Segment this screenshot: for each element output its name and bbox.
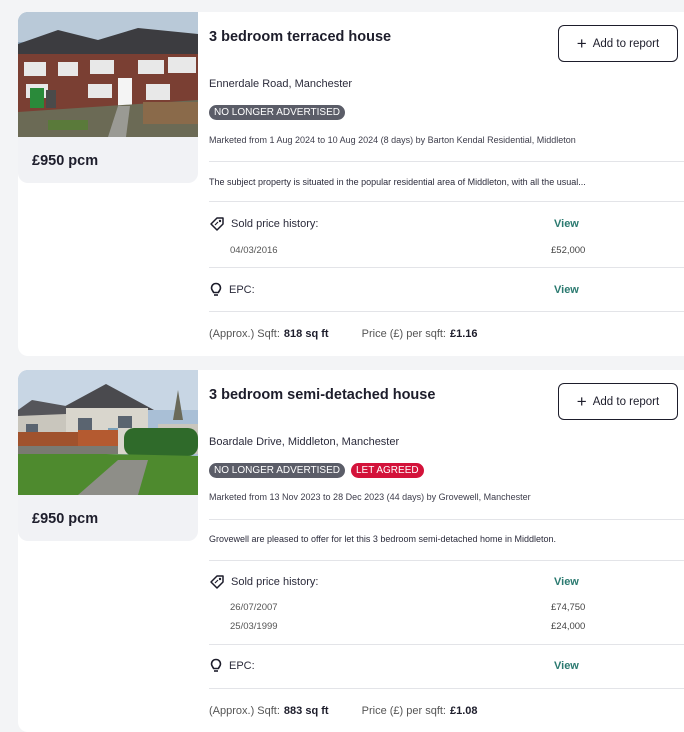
listing-price: £950 pcm: [18, 137, 198, 183]
sold-history-view-link[interactable]: View: [554, 218, 579, 230]
divider: [209, 267, 684, 268]
let-agreed-badge: LET AGREED: [350, 463, 424, 478]
listing-title[interactable]: 3 bedroom semi-detached house: [209, 387, 435, 403]
tag-icon: [210, 575, 224, 589]
add-to-report-button[interactable]: + Add to report: [558, 25, 678, 62]
epc-view-link[interactable]: View: [554, 284, 579, 296]
sqft-value: 818 sq ft: [283, 328, 329, 340]
listing-description: The subject property is situated in the …: [209, 177, 586, 187]
plus-icon: +: [576, 392, 587, 411]
marketed-info: Marketed from 13 Nov 2023 to 28 Dec 2023…: [209, 492, 531, 502]
listing-card: £950 pcm 3 bedroom semi-detached house +…: [18, 370, 684, 732]
status-badges: NO LONGER ADVERTISED: [209, 105, 345, 120]
epc-label: EPC:: [209, 282, 255, 298]
status-badge: NO LONGER ADVERTISED: [209, 463, 345, 478]
divider: [209, 688, 684, 689]
listing-address: Boardale Drive, Middleton, Manchester: [209, 436, 400, 448]
epc-label: EPC:: [209, 658, 255, 674]
sold-history-date: 25/03/1999: [230, 621, 278, 632]
property-photo[interactable]: [18, 12, 198, 137]
listing-details: 3 bedroom terraced house + Add to report…: [209, 12, 684, 356]
property-photo[interactable]: [18, 370, 198, 495]
price-per-sqft-value: £1.08: [449, 705, 478, 717]
sold-history-date: 04/03/2016: [230, 245, 278, 256]
price-per-sqft-label: Price (£) per sqft:: [361, 705, 446, 717]
marketed-info: Marketed from 1 Aug 2024 to 10 Aug 2024 …: [209, 135, 576, 145]
listing-title[interactable]: 3 bedroom terraced house: [209, 29, 391, 45]
divider: [209, 560, 684, 561]
epc-view-link[interactable]: View: [554, 660, 579, 672]
divider: [209, 519, 684, 520]
sqft-row: (Approx.) Sqft: 818 sq ft Price (£) per s…: [209, 328, 478, 340]
add-to-report-label: Add to report: [592, 395, 660, 408]
sold-price-history-label: Sold price history:: [209, 574, 318, 590]
divider: [209, 161, 684, 162]
sold-history-date: 26/07/2007: [230, 602, 278, 613]
status-badges: NO LONGER ADVERTISED LET AGREED: [209, 463, 424, 478]
divider: [209, 311, 684, 312]
price-per-sqft-label: Price (£) per sqft:: [361, 328, 446, 340]
add-to-report-button[interactable]: + Add to report: [558, 383, 678, 420]
tag-icon: [210, 217, 224, 231]
price-per-sqft-value: £1.16: [449, 328, 478, 340]
add-to-report-label: Add to report: [592, 37, 660, 50]
sold-history-price: £24,000: [551, 621, 586, 632]
lightbulb-icon: [210, 658, 222, 672]
listing-address: Ennerdale Road, Manchester: [209, 78, 353, 90]
sold-history-price: £74,750: [551, 602, 586, 613]
listing-price: £950 pcm: [18, 495, 198, 541]
sold-history-view-link[interactable]: View: [554, 576, 579, 588]
lightbulb-icon: [210, 282, 222, 296]
sqft-value: 883 sq ft: [283, 705, 329, 717]
status-badge: NO LONGER ADVERTISED: [209, 105, 345, 120]
sqft-row: (Approx.) Sqft: 883 sq ft Price (£) per s…: [209, 705, 478, 717]
listing-details: 3 bedroom semi-detached house + Add to r…: [209, 370, 684, 732]
plus-icon: +: [576, 34, 587, 53]
listing-card: £950 pcm 3 bedroom terraced house + Add …: [18, 12, 684, 356]
listing-description: Grovewell are pleased to offer for let t…: [209, 534, 557, 544]
divider: [209, 201, 684, 202]
sold-price-history-label: Sold price history:: [209, 216, 318, 232]
divider: [209, 644, 684, 645]
sold-history-price: £52,000: [551, 245, 586, 256]
